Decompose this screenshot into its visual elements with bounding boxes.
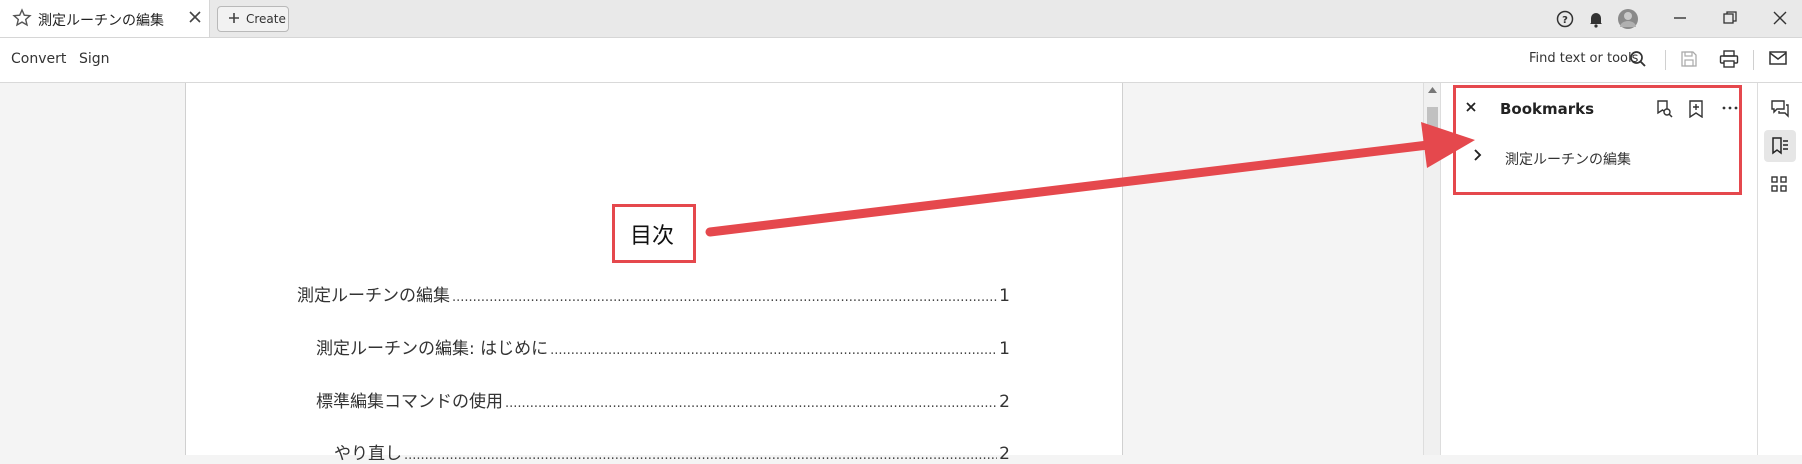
thumbnails-icon[interactable] <box>1770 175 1788 193</box>
vertical-scrollbar[interactable] <box>1423 83 1441 455</box>
find-text-or-tools[interactable]: Find text or tools <box>1529 51 1638 66</box>
title-bar: 測定ルーチンの編集 Create ? <box>0 0 1802 38</box>
star-icon[interactable] <box>12 8 32 28</box>
scrollbar-thumb[interactable] <box>1427 107 1438 133</box>
leader-dots: ........................................… <box>452 290 998 305</box>
comment-icon[interactable] <box>1770 98 1790 118</box>
minimize-icon[interactable] <box>1672 10 1688 26</box>
notification-bell-icon[interactable] <box>1587 10 1605 28</box>
tab-title: 測定ルーチンの編集 <box>38 13 164 29</box>
leader-dots: ........................................… <box>550 343 997 358</box>
main-toolbar: Convert Sign Find text or tools <box>0 38 1802 83</box>
svg-text:?: ? <box>1562 15 1568 26</box>
search-icon[interactable] <box>1629 50 1647 68</box>
close-tab-icon[interactable] <box>188 10 202 24</box>
toc-entry-page: 1 <box>999 339 1010 359</box>
document-tab[interactable]: 測定ルーチンの編集 <box>0 0 210 37</box>
email-icon[interactable] <box>1769 50 1787 66</box>
leader-dots: ........................................… <box>404 448 998 463</box>
toc-entry-text: 測定ルーチンの編集 <box>297 286 450 306</box>
convert-menu[interactable]: Convert <box>11 51 66 67</box>
bookmarks-icon[interactable] <box>1770 136 1790 156</box>
avatar[interactable] <box>1617 8 1639 30</box>
sign-menu[interactable]: Sign <box>79 51 110 67</box>
toc-entry[interactable]: 測定ルーチンの編集: はじめに ........................… <box>316 334 1010 359</box>
scroll-up-icon[interactable] <box>1428 87 1437 93</box>
toolbar-divider <box>1665 50 1666 70</box>
toc-entry[interactable]: やり直し ...................................… <box>334 439 1010 464</box>
restore-icon[interactable] <box>1722 10 1738 26</box>
leader-dots: ........................................… <box>505 396 997 411</box>
toc-entry-text: やり直し <box>334 444 402 464</box>
toc-entry-page: 2 <box>999 444 1010 464</box>
toc-entry-text: 標準編集コマンドの使用 <box>316 392 503 412</box>
right-rail <box>1757 83 1802 455</box>
toc-entry-page: 1 <box>999 286 1010 306</box>
toolbar-divider <box>1753 50 1754 70</box>
toc-entry-text: 測定ルーチンの編集: はじめに <box>316 339 549 359</box>
annotation-highlight-box <box>1453 85 1742 195</box>
document-viewer[interactable]: 測定ルーチンの編集 ..............................… <box>0 83 1423 464</box>
save-icon[interactable] <box>1680 50 1698 68</box>
toc-entry-page: 2 <box>999 392 1010 412</box>
create-label: Create <box>246 12 286 26</box>
plus-icon <box>227 11 241 25</box>
document-page: 測定ルーチンの編集 ..............................… <box>185 83 1123 464</box>
create-button[interactable]: Create <box>217 6 289 32</box>
toc-entry[interactable]: 標準編集コマンドの使用 ............................… <box>316 387 1010 412</box>
print-icon[interactable] <box>1719 50 1739 68</box>
toc-entry[interactable]: 測定ルーチンの編集 ..............................… <box>297 281 1010 306</box>
toc-title: 目次 <box>630 224 675 249</box>
window-close-icon[interactable] <box>1772 10 1788 26</box>
help-icon[interactable]: ? <box>1556 10 1574 28</box>
annotation-highlight-box: 目次 <box>612 204 696 263</box>
